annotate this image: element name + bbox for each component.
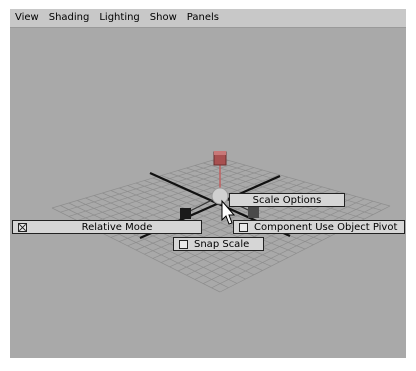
- component-use-object-pivot-label: Component Use Object Pivot: [254, 221, 398, 233]
- snap-scale-checkbox[interactable]: [179, 239, 188, 249]
- relative-mode-checkbox[interactable]: [18, 222, 27, 232]
- menu-lighting[interactable]: Lighting: [94, 9, 144, 27]
- panel-menubar: View Shading Lighting Show Panels: [10, 9, 406, 28]
- menu-panels[interactable]: Panels: [182, 9, 224, 27]
- scale-options-button[interactable]: Scale Options: [229, 193, 345, 207]
- relative-mode-label: Relative Mode: [81, 221, 153, 233]
- relative-mode-button[interactable]: Relative Mode: [12, 220, 202, 234]
- maya-viewport-panel: View Shading Lighting Show Panels Scale …: [0, 0, 416, 371]
- component-use-object-pivot-checkbox[interactable]: [239, 222, 248, 232]
- 3d-viewport[interactable]: Scale Options Relative Mode Component Us…: [10, 28, 406, 358]
- snap-scale-button[interactable]: Snap Scale: [173, 237, 264, 251]
- menu-shading[interactable]: Shading: [44, 9, 95, 27]
- menu-view[interactable]: View: [10, 9, 44, 27]
- menu-show[interactable]: Show: [145, 9, 182, 27]
- scale-options-label: Scale Options: [252, 194, 322, 206]
- component-use-object-pivot-button[interactable]: Component Use Object Pivot: [233, 220, 405, 234]
- scene-svg: [51, 151, 391, 293]
- snap-scale-label: Snap Scale: [194, 238, 250, 250]
